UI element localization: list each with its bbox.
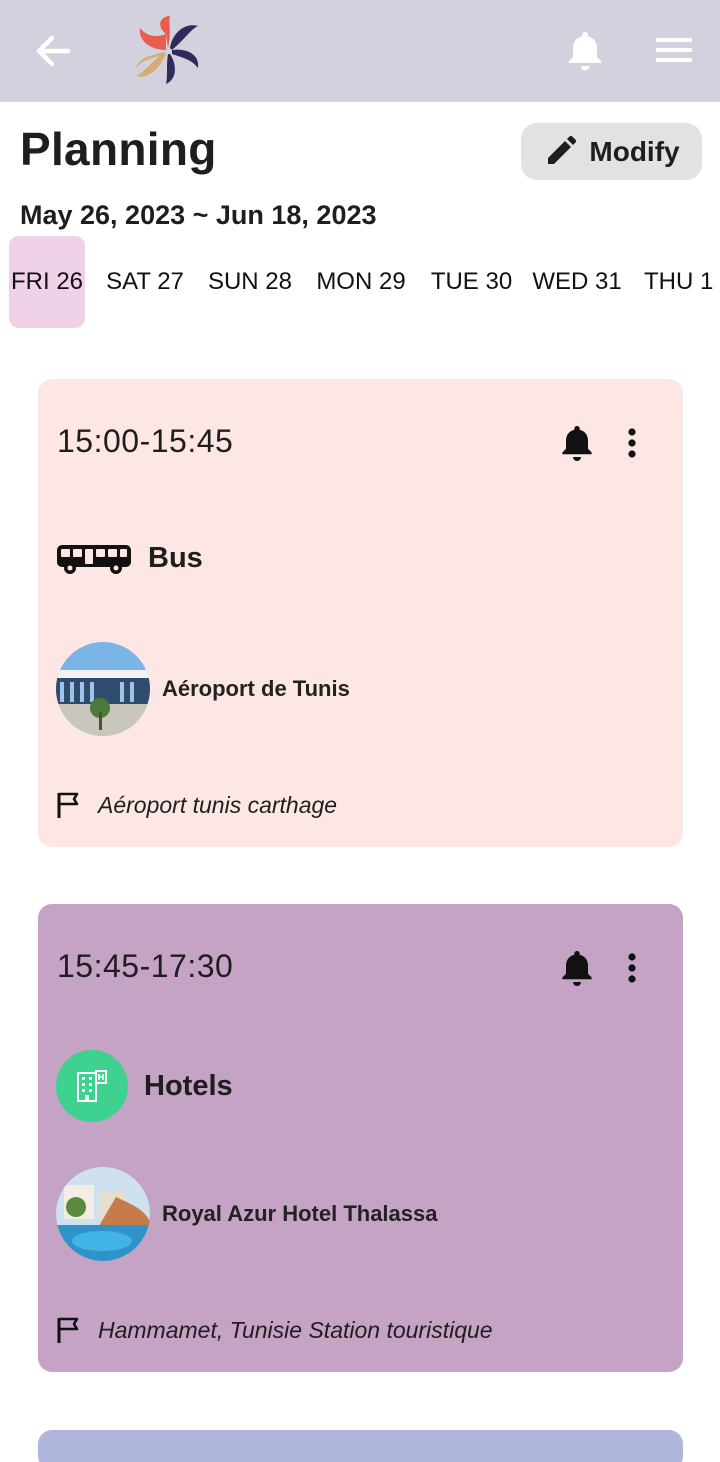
- hotel-badge: [56, 1050, 128, 1122]
- place-name: Royal Azur Hotel Thalassa: [162, 1201, 438, 1226]
- day-tab-sat-27[interactable]: SAT 27: [96, 236, 194, 328]
- bell-icon[interactable]: [558, 423, 596, 463]
- more-vert-icon[interactable]: [618, 423, 646, 463]
- modify-label: Modify: [589, 135, 680, 167]
- event-card[interactable]: [38, 1430, 683, 1462]
- hamburger-menu-icon[interactable]: [652, 30, 698, 70]
- bell-icon[interactable]: [558, 948, 596, 988]
- app-logo: [132, 14, 206, 88]
- day-tab-tue-30[interactable]: TUE 30: [423, 236, 520, 328]
- day-tab-mon-29[interactable]: MON 29: [307, 236, 415, 328]
- event-type-label: Hotels: [144, 1069, 233, 1102]
- event-card[interactable]: 15:45-17:30 Hotels Royal Azur Hotel Thal…: [38, 904, 683, 1372]
- event-address: Hammamet, Tunisie Station touristique: [98, 1316, 493, 1343]
- event-address-row: Aéroport tunis carthage: [56, 791, 337, 819]
- more-vert-icon[interactable]: [618, 948, 646, 988]
- event-type-label: Bus: [148, 542, 203, 574]
- bell-icon[interactable]: [564, 28, 606, 72]
- event-address-row: Hammamet, Tunisie Station touristique: [56, 1316, 493, 1344]
- flag-icon: [57, 1317, 79, 1343]
- event-time: 15:00-15:45: [57, 423, 234, 459]
- event-card[interactable]: 15:00-15:45 Bus Aéroport de Tunis Aéropo…: [38, 379, 683, 847]
- arrow-left-icon[interactable]: [30, 28, 76, 74]
- day-tab-fri-26[interactable]: FRI 26: [9, 236, 85, 328]
- date-range: May 26, 2023 ~ Jun 18, 2023: [20, 200, 377, 230]
- event-type-row: Hotels: [56, 1050, 233, 1122]
- event-type-row: Bus: [56, 542, 203, 575]
- event-address: Aéroport tunis carthage: [98, 791, 338, 818]
- day-tab-sun-28[interactable]: SUN 28: [200, 236, 300, 328]
- day-tabs: FRI 26 SAT 27 SUN 28 MON 29 TUE 30 WED 3…: [0, 236, 720, 328]
- event-time: 15:45-17:30: [57, 948, 234, 984]
- bus-icon: [57, 544, 131, 574]
- hotel-icon: [77, 1070, 107, 1102]
- place-photo: [56, 1167, 150, 1261]
- day-tab-thu-1[interactable]: THU 1: [636, 236, 720, 328]
- day-tab-wed-31[interactable]: WED 31: [526, 236, 628, 328]
- place-name: Aéroport de Tunis: [162, 676, 350, 701]
- flag-icon: [57, 792, 79, 818]
- pencil-icon: [548, 135, 577, 164]
- app-bar: [0, 0, 720, 102]
- modify-button[interactable]: Modify: [521, 123, 702, 180]
- page-title: Planning: [20, 123, 217, 175]
- event-place-row: Royal Azur Hotel Thalassa: [56, 1167, 437, 1261]
- event-place-row: Aéroport de Tunis: [56, 642, 350, 736]
- place-photo: [56, 642, 150, 736]
